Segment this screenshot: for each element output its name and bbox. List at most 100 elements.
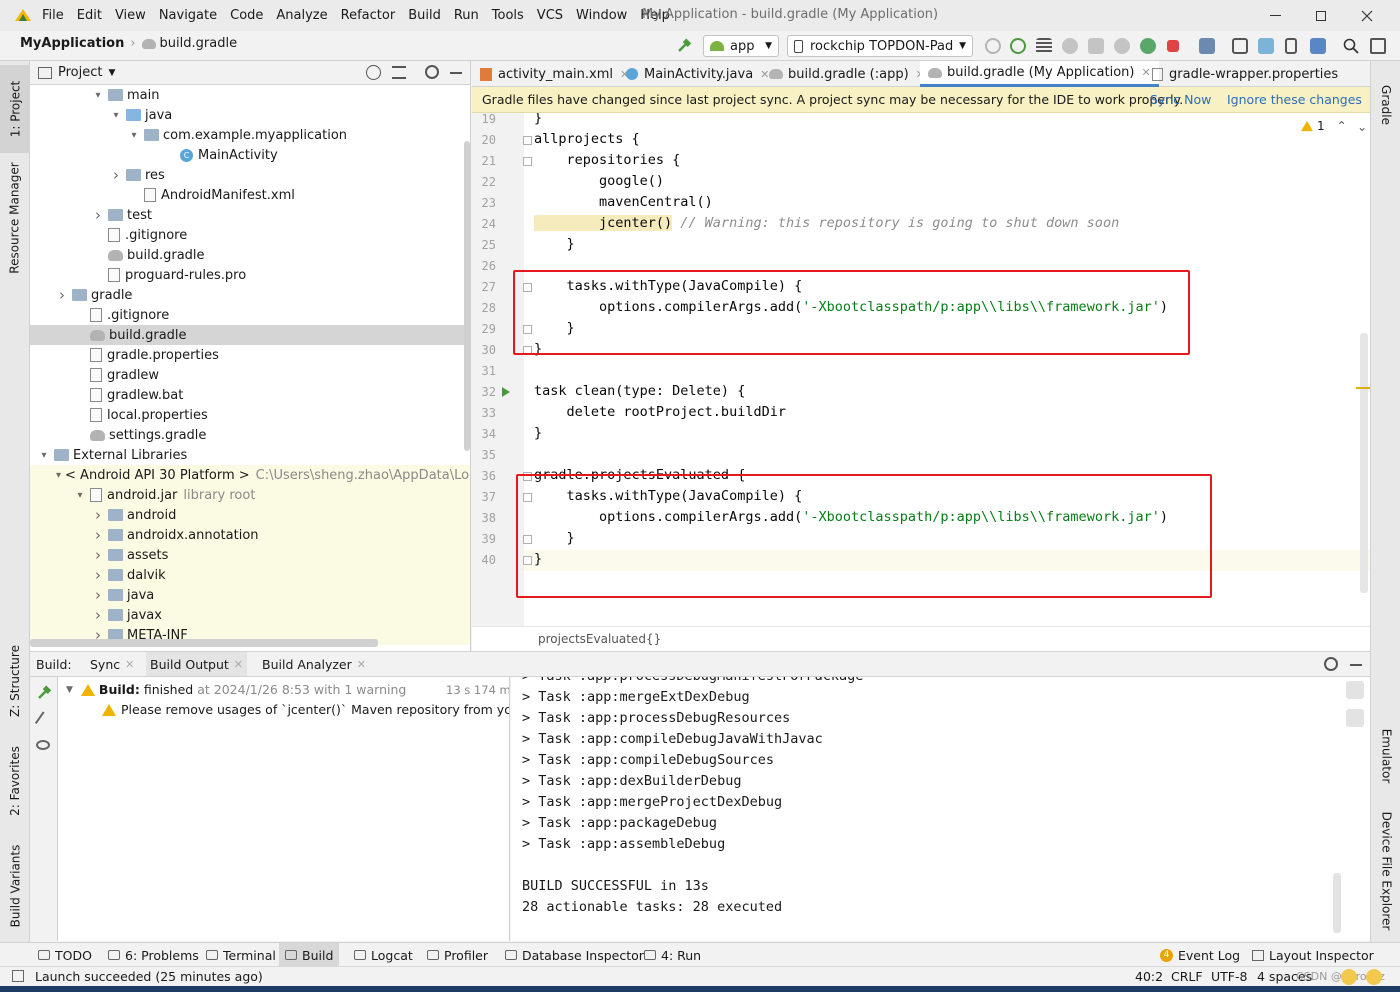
tree-item[interactable]: gradlew: [30, 365, 470, 385]
run-all-icon[interactable]: [1036, 38, 1052, 54]
tree-item[interactable]: › java: [30, 585, 470, 605]
editor-tab[interactable]: gradle-wrapper.properties: [1144, 61, 1346, 87]
build-tab[interactable]: Build Analyzer ✕: [258, 652, 370, 676]
tree-item[interactable]: build.gradle: [30, 325, 470, 345]
settings-icon[interactable]: [1370, 38, 1386, 54]
avd-manager-icon[interactable]: [1258, 38, 1274, 54]
locate-icon[interactable]: [366, 65, 381, 80]
code-editor[interactable]: 19 20 21 22 23 24 25 26 27 28 29 30 31 32 33 34 35 36 37 38…: [472, 113, 1370, 626]
tree-item[interactable]: gradlew.bat: [30, 385, 470, 405]
close-tab-icon[interactable]: ✕: [357, 658, 366, 671]
fold-marker-icon[interactable]: [523, 136, 532, 145]
profile-icon[interactable]: [1088, 38, 1104, 54]
tree-item[interactable]: › assets: [30, 545, 470, 565]
close-tab-icon[interactable]: ✕: [234, 658, 243, 671]
gear-icon[interactable]: [425, 65, 439, 79]
tree-item[interactable]: › gradle: [30, 285, 470, 305]
bottom-tab[interactable]: Logcat: [348, 943, 419, 967]
maximize-button[interactable]: [1298, 0, 1344, 31]
file-encoding[interactable]: UTF-8: [1211, 969, 1247, 984]
close-window-button[interactable]: [1344, 0, 1390, 31]
event-log-tab[interactable]: 4 Event Log: [1160, 943, 1240, 967]
menu-view[interactable]: View: [115, 8, 146, 23]
tree-item[interactable]: gradle.properties: [30, 345, 470, 365]
build-tab[interactable]: Build Output ✕: [146, 652, 247, 676]
fold-marker-icon[interactable]: [523, 157, 532, 166]
tab-resource-manager[interactable]: Resource Manager: [0, 153, 30, 283]
soft-wrap-icon[interactable]: [1346, 681, 1364, 699]
ignore-changes-link[interactable]: Ignore these changes: [1227, 92, 1362, 107]
tree-item[interactable]: ▾ main: [30, 85, 470, 105]
editor-tab[interactable]: build.gradle (:app)✕: [761, 61, 933, 87]
tab-favorites[interactable]: 2: Favorites: [0, 741, 30, 821]
bottom-tab[interactable]: Terminal: [200, 943, 282, 967]
menu-tools[interactable]: Tools: [492, 8, 524, 23]
chevron-right-icon[interactable]: ›: [92, 546, 104, 564]
bottom-tab[interactable]: TODO: [32, 943, 98, 967]
bottom-tab[interactable]: Database Inspector: [499, 943, 650, 967]
chevron-down-icon[interactable]: ⌃: [1357, 119, 1367, 133]
tree-item[interactable]: C MainActivity: [30, 145, 470, 165]
menu-edit[interactable]: Edit: [77, 8, 102, 23]
chevron-down-icon[interactable]: ▾: [92, 90, 104, 101]
tab-emulator[interactable]: Emulator: [1371, 721, 1400, 791]
tree-item[interactable]: AndroidManifest.xml: [30, 185, 470, 205]
hide-panel-icon[interactable]: [1350, 664, 1362, 666]
run-gutter-icon[interactable]: [502, 387, 510, 397]
editor-tab[interactable]: activity_main.xml ✕: [472, 61, 637, 87]
chevron-right-icon[interactable]: ›: [92, 506, 104, 524]
tab-project[interactable]: 1: Project: [0, 65, 30, 153]
tree-item[interactable]: build.gradle: [30, 245, 470, 265]
tab-gradle[interactable]: Gradle: [1371, 75, 1400, 135]
line-separator[interactable]: CRLF: [1171, 969, 1203, 984]
toggle-tool-windows-icon[interactable]: [12, 970, 24, 982]
minimize-button[interactable]: [1252, 0, 1298, 31]
chevron-right-icon[interactable]: ›: [92, 206, 104, 224]
breadcrumb-scope[interactable]: projectsEvaluated{}: [538, 632, 661, 646]
build-tab[interactable]: Sync ✕: [86, 652, 138, 676]
tree-item[interactable]: ▾ android.jar library root: [30, 485, 470, 505]
close-tab-icon[interactable]: ✕: [125, 658, 134, 671]
build-status-row[interactable]: ▼ Build: finished at 2024/1/26 8:53 with…: [66, 682, 509, 697]
debug-icon[interactable]: [1062, 38, 1078, 54]
editor-scrollbar[interactable]: [1360, 333, 1368, 593]
tree-item[interactable]: › androidx.annotation: [30, 525, 470, 545]
memory-indicator-icon[interactable]: [1366, 969, 1382, 985]
tree-item[interactable]: ▾ java: [30, 105, 470, 125]
device-select[interactable]: rockchip TOPDON-Pad ▼: [787, 35, 973, 57]
chevron-right-icon[interactable]: ›: [92, 606, 104, 624]
device-manager-icon[interactable]: [1285, 38, 1297, 54]
menu-run[interactable]: Run: [454, 8, 479, 23]
stop-icon[interactable]: [1167, 40, 1179, 52]
debug-app-icon[interactable]: [1140, 38, 1156, 54]
tree-item[interactable]: › test: [30, 205, 470, 225]
bottom-tab[interactable]: 6: Problems: [102, 943, 205, 967]
apply-code-changes-icon[interactable]: [1010, 38, 1026, 54]
tab-structure[interactable]: Z: Structure: [0, 636, 30, 726]
tree-item[interactable]: local.properties: [30, 405, 470, 425]
breadcrumb-project[interactable]: MyApplication: [20, 36, 124, 51]
bottom-tab[interactable]: 4: Run: [638, 943, 707, 967]
editor-tab[interactable]: build.gradle (My Application) ✕: [920, 61, 1159, 87]
menu-window[interactable]: Window: [576, 8, 627, 23]
tab-device-file-explorer[interactable]: Device File Explorer: [1371, 811, 1400, 931]
attach-debugger-icon[interactable]: [1114, 38, 1130, 54]
tree-item[interactable]: ▾ External Libraries: [30, 445, 470, 465]
tree-item[interactable]: ▾ com.example.myapplication: [30, 125, 470, 145]
editor-tab[interactable]: MainActivity.java ✕: [618, 61, 777, 87]
chevron-right-icon[interactable]: ›: [56, 286, 68, 304]
menu-vcs[interactable]: VCS: [537, 8, 563, 23]
tab-build-variants[interactable]: Build Variants: [0, 836, 30, 936]
feedback-icon[interactable]: [1341, 969, 1357, 985]
tree-item[interactable]: settings.gradle: [30, 425, 470, 445]
tree-item[interactable]: › dalvik: [30, 565, 470, 585]
layout-inspector-tab[interactable]: Layout Inspector: [1252, 943, 1374, 967]
run-config-select[interactable]: app ▼: [703, 35, 779, 57]
chevron-down-icon[interactable]: ▾: [56, 470, 61, 481]
tree-item[interactable]: .gitignore: [30, 305, 470, 325]
menu-file[interactable]: File: [42, 8, 64, 23]
eye-icon[interactable]: [36, 740, 50, 750]
build-output-console[interactable]: > Task :app:processDebugManifestForPacka…: [511, 677, 1370, 941]
chevron-down-icon[interactable]: ▾: [128, 130, 140, 141]
collapse-all-icon[interactable]: [392, 66, 406, 79]
